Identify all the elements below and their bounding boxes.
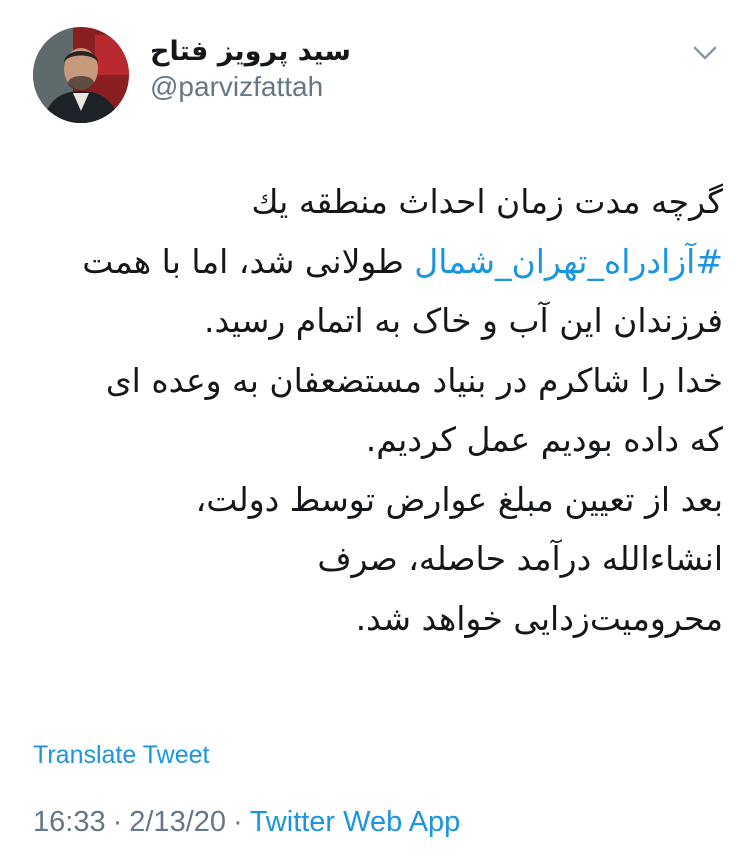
tweet-header: سید پرویز فتاح @parvizfattah [0, 0, 745, 140]
tweet-line: خدا را شاکرم در بنیاد مستضعفان به وعده ا… [105, 360, 723, 400]
profile-photo [33, 27, 129, 123]
hashtag-link[interactable]: #آزادراه_تهران_شمال [414, 242, 723, 281]
chevron-down-icon[interactable] [690, 42, 720, 64]
tweet-line: گرچه مدت زمان احداث منطقه یك [251, 182, 723, 221]
tweet-line: #آزادراه_تهران_شمال طولانی شد، اما با هم… [23, 232, 723, 292]
tweet-source-link[interactable]: Twitter Web App [250, 806, 461, 838]
tweet-date[interactable]: 2/13/20 [129, 806, 226, 838]
separator: · [233, 806, 243, 838]
tweet-time[interactable]: 16:33 [33, 806, 106, 838]
separator: · [112, 806, 123, 838]
user-handle[interactable]: @parvizfattah [150, 71, 323, 103]
display-name[interactable]: سید پرویز فتاح [150, 36, 351, 67]
translate-tweet-link[interactable]: Translate Tweet [33, 741, 209, 770]
tweet-metadata: 16:33 · 2/13/20 · Twitter Web App [33, 806, 460, 839]
tweet-line: بعد از تعیین مبلغ عوارض توسط دولت، [195, 479, 723, 519]
tweet-text: گرچه مدت زمان احداث منطقه یك #آزادراه_ته… [23, 172, 723, 648]
tweet-line: انشاءالله درآمد حاصله، صرف [317, 539, 723, 578]
avatar[interactable] [33, 27, 129, 123]
tweet-line: فرزندان این آب و خاک به اتمام رسید. [203, 301, 723, 340]
tweet-line-text: طولانی شد، اما با همت [82, 241, 415, 281]
tweet-line: محرومیت‌زدایی خواهد شد. [355, 598, 723, 638]
tweet-line: که داده بودیم عمل کردیم. [365, 420, 723, 459]
